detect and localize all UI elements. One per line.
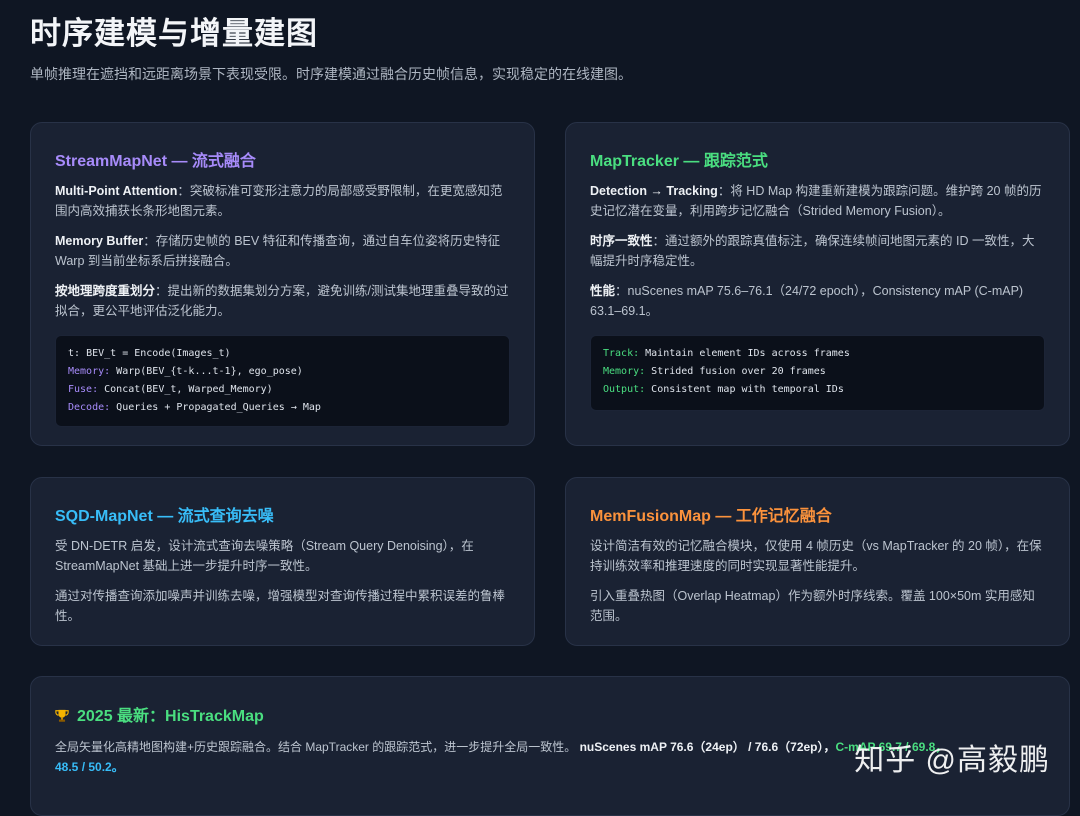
card-memfusionmap: MemFusionMap — 工作记忆融合 设计简洁有效的记忆融合模块，仅使用 … xyxy=(565,477,1070,646)
paragraph: Detection → Tracking：将 HD Map 构建重新建模为跟踪问… xyxy=(590,181,1045,221)
code-line: Memory: Strided fusion over 20 frames xyxy=(603,363,1032,381)
code-line: Output: Consistent map with temporal IDs xyxy=(603,381,1032,399)
code-block: t: BEV_t = Encode(Images_t) Memory: Warp… xyxy=(55,335,510,427)
term-label: 时序一致性 xyxy=(590,234,653,248)
paragraph: 设计简洁有效的记忆融合模块，仅使用 4 帧历史（vs MapTracker 的 … xyxy=(590,539,1042,573)
paragraph: 性能：nuScenes mAP 75.6–76.1（24/72 epoch），C… xyxy=(590,281,1045,321)
code-key: Memory: xyxy=(68,366,111,377)
code-value: Queries + Propagated_Queries → Map xyxy=(110,402,321,413)
zhihu-watermark: 知乎 @高毅鹏 xyxy=(854,744,1050,777)
code-line: Track: Maintain element IDs across frame… xyxy=(603,345,1032,363)
histrackmap-metric: nuScenes mAP 76.6（24ep） / 76.6（72ep）， xyxy=(579,740,836,754)
code-line: Decode: Queries + Propagated_Queries → M… xyxy=(68,399,497,417)
paragraph: 通过对传播查询添加噪声并训练去噪，增强模型对查询传播过程中累积误差的鲁棒性。 xyxy=(55,589,506,623)
card-title: 2025 最新：HisTrackMap xyxy=(55,702,264,726)
page-subtitle: 单帧推理在遮挡和远距离场景下表现受限。时序建模通过融合历史帧信息，实现稳定的在线… xyxy=(30,66,632,82)
card-streammapnet: StreamMapNet — 流式融合 Multi-Point Attentio… xyxy=(30,122,535,446)
code-value: Strided fusion over 20 frames xyxy=(645,366,826,377)
histrackmap-metric-tail: 48.5 / 50.2。 xyxy=(55,760,124,774)
code-line: Fuse: Concat(BEV_t, Warped_Memory) xyxy=(68,381,497,399)
trophy-icon xyxy=(55,709,69,722)
code-key: Track: xyxy=(603,348,640,359)
card-sqd-mapnet: SQD-MapNet — 流式查询去噪 受 DN-DETR 启发，设计流式查询去… xyxy=(30,477,535,646)
card-title: MemFusionMap — 工作记忆融合 xyxy=(590,508,832,525)
paragraph: 受 DN-DETR 启发，设计流式查询去噪策略（Stream Query Den… xyxy=(55,539,474,573)
term-text: ：nuScenes mAP 75.6–76.1（24/72 epoch），Con… xyxy=(590,284,1024,318)
term-label: 性能 xyxy=(590,284,616,298)
card-title: MapTracker — 跟踪范式 xyxy=(590,153,768,170)
code-block: Track: Maintain element IDs across frame… xyxy=(590,335,1045,411)
term-label: Multi-Point Attention xyxy=(55,184,178,198)
code-key: Fuse: xyxy=(68,384,99,395)
paragraph: Memory Buffer：存储历史帧的 BEV 特征和传播查询，通过自车位姿将… xyxy=(55,231,510,271)
paragraph: 时序一致性：通过额外的跟踪真值标注，确保连续帧间地图元素的 ID 一致性，大幅提… xyxy=(590,231,1045,271)
code-line: t: BEV_t = Encode(Images_t) xyxy=(68,345,497,363)
code-line: Memory: Warp(BEV_{t-k...t-1}, ego_pose) xyxy=(68,363,497,381)
histrackmap-text: 全局矢量化高精地图构建+历史跟踪融合。结合 MapTracker 的跟踪范式，进… xyxy=(55,740,577,754)
histrackmap-title: 2025 最新：HisTrackMap xyxy=(77,708,264,725)
code-key: Memory: xyxy=(603,366,646,377)
term-text: ：通过额外的跟踪真值标注，确保连续帧间地图元素的 ID 一致性，大幅提升时序稳定… xyxy=(590,234,1035,268)
page-title: 时序建模与增量建图 xyxy=(30,16,318,51)
paragraph: 按地理跨度重划分：提出新的数据集划分方案，避免训练/测试集地理重叠导致的过拟合，… xyxy=(55,281,510,321)
card-title: StreamMapNet — 流式融合 xyxy=(55,153,256,170)
code-value: Maintain element IDs across frames xyxy=(639,348,850,359)
code-value: Consistent map with temporal IDs xyxy=(645,384,844,395)
term-label: Memory Buffer xyxy=(55,234,144,248)
paragraph: Multi-Point Attention：突破标准可变形注意力的局部感受野限制… xyxy=(55,181,510,221)
term-label: 按地理跨度重划分 xyxy=(55,284,156,298)
code-value: Concat(BEV_t, Warped_Memory) xyxy=(98,384,273,395)
code-value: BEV_t = Encode(Images_t) xyxy=(80,348,231,359)
code-key: Decode: xyxy=(68,402,111,413)
card-title: SQD-MapNet — 流式查询去噪 xyxy=(55,508,274,525)
code-key: Output: xyxy=(603,384,646,395)
paragraph: 引入重叠热图（Overlap Heatmap）作为额外时序线索。覆盖 100×5… xyxy=(590,589,1035,623)
term-label: Detection → Tracking xyxy=(590,184,718,198)
code-key: t: xyxy=(68,348,81,359)
card-maptracker: MapTracker — 跟踪范式 Detection → Tracking：将… xyxy=(565,122,1070,446)
code-value: Warp(BEV_{t-k...t-1}, ego_pose) xyxy=(110,366,303,377)
